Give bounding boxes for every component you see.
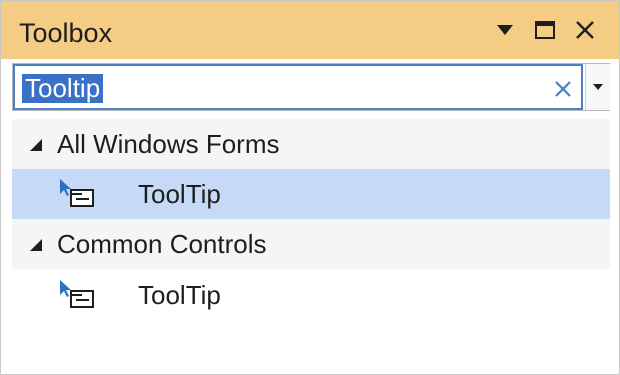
search-history-dropdown[interactable] [585,64,610,110]
expanded-arrow-icon [30,239,42,251]
tooltip-icon [60,179,94,207]
chevron-down-icon [593,84,603,90]
toolbox-item-tooltip[interactable]: ToolTip [12,270,610,320]
title-bar: Toolbox [1,1,619,59]
tooltip-icon [60,280,94,308]
item-label: ToolTip [138,179,221,209]
expanded-arrow-icon [30,139,42,151]
search-input-value: Tooltip [22,74,104,103]
toolbox-list: All Windows Forms ToolTip Common Control… [12,119,610,375]
clear-search-button[interactable] [550,76,576,102]
maximize-button[interactable] [531,16,559,44]
group-header-all-windows-forms[interactable]: All Windows Forms [12,119,610,169]
toolbox-panel: Toolbox Tooltip All Windows Forms ToolTi… [0,0,620,375]
group-label: All Windows Forms [57,129,280,159]
panel-title: Toolbox [19,18,113,48]
close-button[interactable] [571,16,599,44]
search-row: Tooltip [12,63,610,111]
group-label: Common Controls [57,229,267,259]
search-input[interactable]: Tooltip [13,64,583,110]
clear-icon [555,81,571,97]
close-icon [576,21,594,39]
window-position-dropdown-button[interactable] [491,16,519,44]
maximize-icon [535,21,555,39]
toolbox-item-tooltip[interactable]: ToolTip [12,169,610,219]
group-header-common-controls[interactable]: Common Controls [12,219,610,269]
triangle-down-icon [497,25,513,35]
item-label: ToolTip [138,280,221,310]
